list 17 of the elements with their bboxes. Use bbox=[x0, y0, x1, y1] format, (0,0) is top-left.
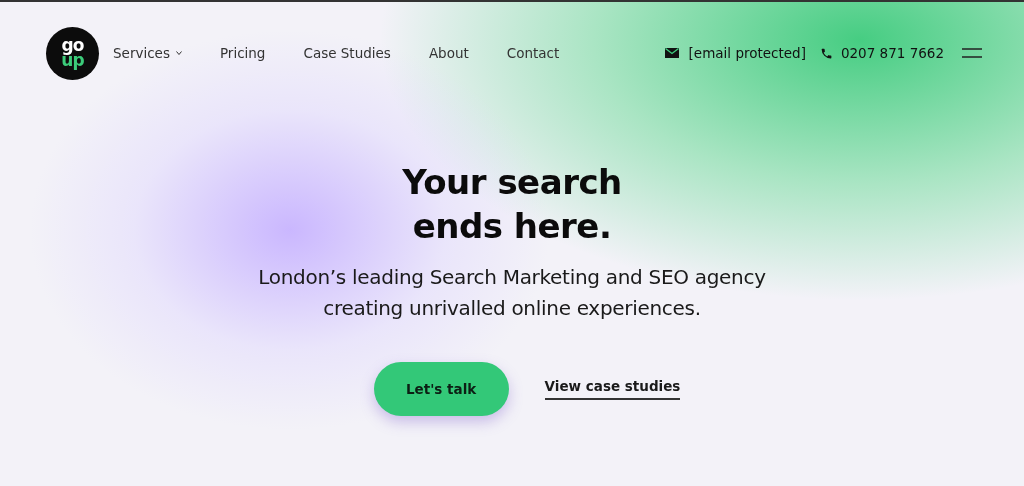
menu-icon[interactable] bbox=[962, 48, 982, 58]
nav-link[interactable]: About bbox=[428, 45, 469, 61]
lets-talk-button[interactable]: Let's talk bbox=[373, 362, 509, 416]
phone-number[interactable]: 0207 871 7662 bbox=[840, 45, 944, 61]
hero-subtitle: London’s leading Search Marketing and SEO agency creating unrivalled online experiences. bbox=[258, 264, 766, 322]
logo-text: go bbox=[61, 38, 84, 53]
mail-icon bbox=[664, 48, 679, 58]
nav-link[interactable]: Contact bbox=[506, 45, 560, 61]
nav-link[interactable]: Pricing bbox=[219, 45, 266, 61]
hero-heading: Your search ends here. bbox=[402, 161, 622, 248]
email-address[interactable]: [email protected] bbox=[688, 45, 806, 61]
nav-link[interactable]: Case Studies bbox=[303, 45, 391, 61]
logo[interactable]: go up bbox=[46, 26, 99, 80]
nav-link[interactable]: Services bbox=[113, 45, 182, 61]
phone-icon bbox=[819, 46, 833, 60]
caret-icon bbox=[175, 51, 182, 55]
case-studies-link[interactable]: View case studies bbox=[544, 378, 681, 400]
